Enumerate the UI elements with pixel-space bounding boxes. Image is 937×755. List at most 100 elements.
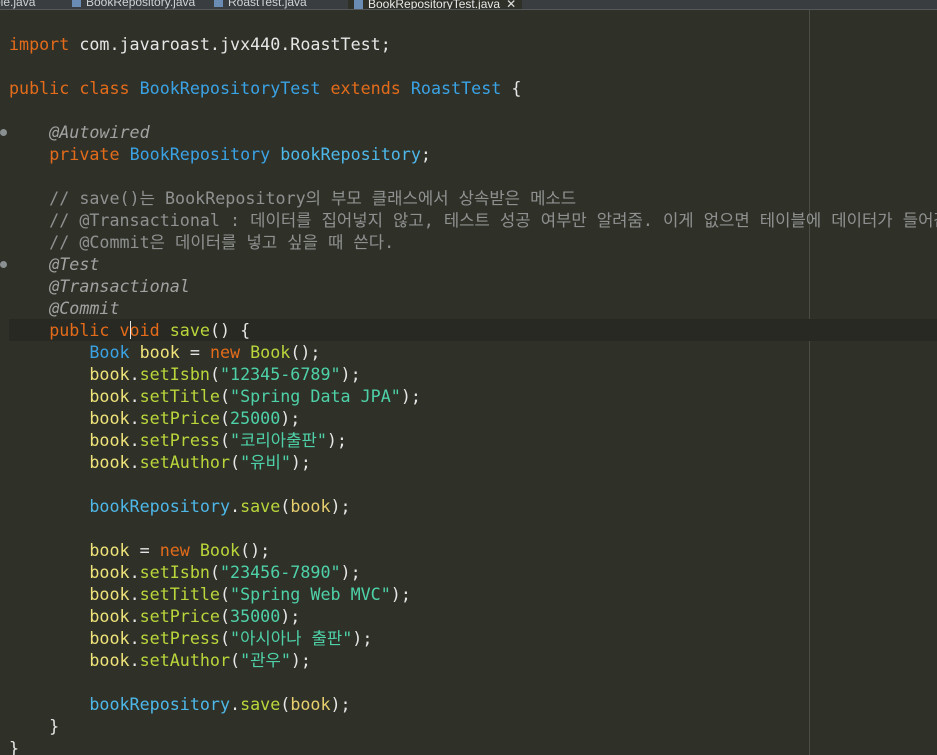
tab-label: RoastTest.java (228, 0, 307, 9)
code-token: ); (326, 430, 347, 450)
code-token: ); (290, 452, 311, 472)
code-token: . (129, 430, 140, 450)
code-token: ( (219, 584, 231, 604)
code-token: setPrice (139, 606, 220, 626)
code-token: . (129, 408, 140, 428)
code-line[interactable]: import com.javaroast.jvx440.RoastTest; (9, 33, 937, 55)
code-line[interactable]: @Commit (9, 297, 937, 319)
code-token: setAuthor (139, 650, 231, 670)
code-token: setAuthor (139, 452, 231, 472)
code-token: RoastTest (410, 78, 502, 98)
code-line[interactable]: book.setAuthor("관우"); (9, 649, 937, 671)
code-token: ); (280, 408, 301, 428)
code-token: setPress (139, 430, 220, 450)
code-token: ; (420, 144, 431, 164)
java-file-icon (72, 0, 81, 8)
code-line[interactable]: book.setPress("아시아나 출판"); (9, 627, 937, 649)
code-token: ( (230, 452, 241, 472)
code-line[interactable]: @Test (9, 253, 937, 275)
code-line[interactable]: public void save() { (9, 319, 937, 341)
code-token: ( (230, 650, 241, 670)
code-line[interactable] (9, 473, 937, 495)
code-line[interactable]: public class BookRepositoryTest extends … (9, 77, 937, 99)
fold-collapse-icon[interactable] (0, 129, 7, 136)
fold-collapse-icon[interactable] (0, 261, 7, 268)
code-token: setPrice (139, 408, 220, 428)
code-line[interactable]: book.setAuthor("유비"); (9, 451, 937, 473)
code-token: book (89, 386, 130, 406)
code-line[interactable]: @Transactional (9, 275, 937, 297)
code-line[interactable]: private BookRepository bookRepository; (9, 143, 937, 165)
code-line[interactable] (9, 517, 937, 539)
code-line[interactable]: } (9, 737, 937, 755)
code-token: @Commit (49, 298, 120, 318)
text-caret (130, 321, 131, 339)
code-token: (); (290, 342, 321, 362)
code-token: Book (250, 342, 291, 362)
code-token: @Autowired (49, 122, 150, 142)
code-token: book (89, 650, 130, 670)
code-line[interactable]: bookRepository.save(book); (9, 693, 937, 715)
code-line[interactable]: book.setIsbn("12345-6789"); (9, 363, 937, 385)
code-token: ( (209, 364, 220, 384)
code-token: setPress (139, 628, 220, 648)
code-line[interactable]: Book book = new Book(); (9, 341, 937, 363)
code-line[interactable]: // save()는 BookRepository의 부모 클래스에서 상속받은… (9, 187, 937, 209)
code-token: private (49, 144, 120, 164)
code-token: . (129, 650, 140, 670)
code-line[interactable]: book = new Book(); (9, 539, 937, 561)
code-token: ); (340, 562, 361, 582)
code-token: @Transactional (49, 276, 190, 296)
code-line[interactable]: // @Commit은 데이터를 넣고 싶을 때 쓴다. (9, 231, 937, 253)
code-line[interactable]: book.setTitle("Spring Web MVC"); (9, 583, 937, 605)
code-token: ( (219, 606, 231, 626)
source-code[interactable]: import com.javaroast.jvx440.RoastTest; pu… (9, 33, 937, 755)
code-token: book (89, 562, 130, 582)
code-line[interactable]: @Autowired (9, 121, 937, 143)
code-token: ( (219, 408, 231, 428)
code-line[interactable]: book.setPrice(25000); (9, 407, 937, 429)
code-token: "관우" (240, 650, 291, 670)
code-line[interactable]: book.setTitle("Spring Data JPA"); (9, 385, 937, 407)
code-token: ); (390, 584, 411, 604)
code-line[interactable] (9, 671, 937, 693)
code-token: ( (219, 628, 231, 648)
code-line[interactable]: book.setPress("코리아출판"); (9, 429, 937, 451)
code-token: ); (290, 650, 311, 670)
code-token: ( (280, 496, 291, 516)
code-token: book (139, 342, 180, 362)
code-token: book (89, 452, 130, 472)
code-token: . (129, 364, 140, 384)
code-line[interactable]: } (9, 715, 937, 737)
code-line[interactable]: // @Transactional : 데이터를 집어넣지 않고, 테스트 성공… (9, 209, 937, 231)
java-file-icon (354, 0, 363, 10)
code-token: book (89, 628, 130, 648)
code-line[interactable]: book.setPrice(35000); (9, 605, 937, 627)
code-line[interactable]: bookRepository.save(book); (9, 495, 937, 517)
code-token: Book (199, 540, 241, 560)
code-token: . (129, 628, 140, 648)
code-editor[interactable]: import com.javaroast.jvx440.RoastTest; pu… (0, 10, 937, 755)
code-line[interactable] (9, 165, 937, 187)
code-line[interactable]: book.setIsbn("23456-7890"); (9, 561, 937, 583)
code-token: . (129, 386, 140, 406)
code-token: public (9, 78, 70, 98)
code-token: "Spring Web MVC" (230, 584, 391, 604)
code-line[interactable] (9, 55, 937, 77)
code-line[interactable] (9, 99, 937, 121)
